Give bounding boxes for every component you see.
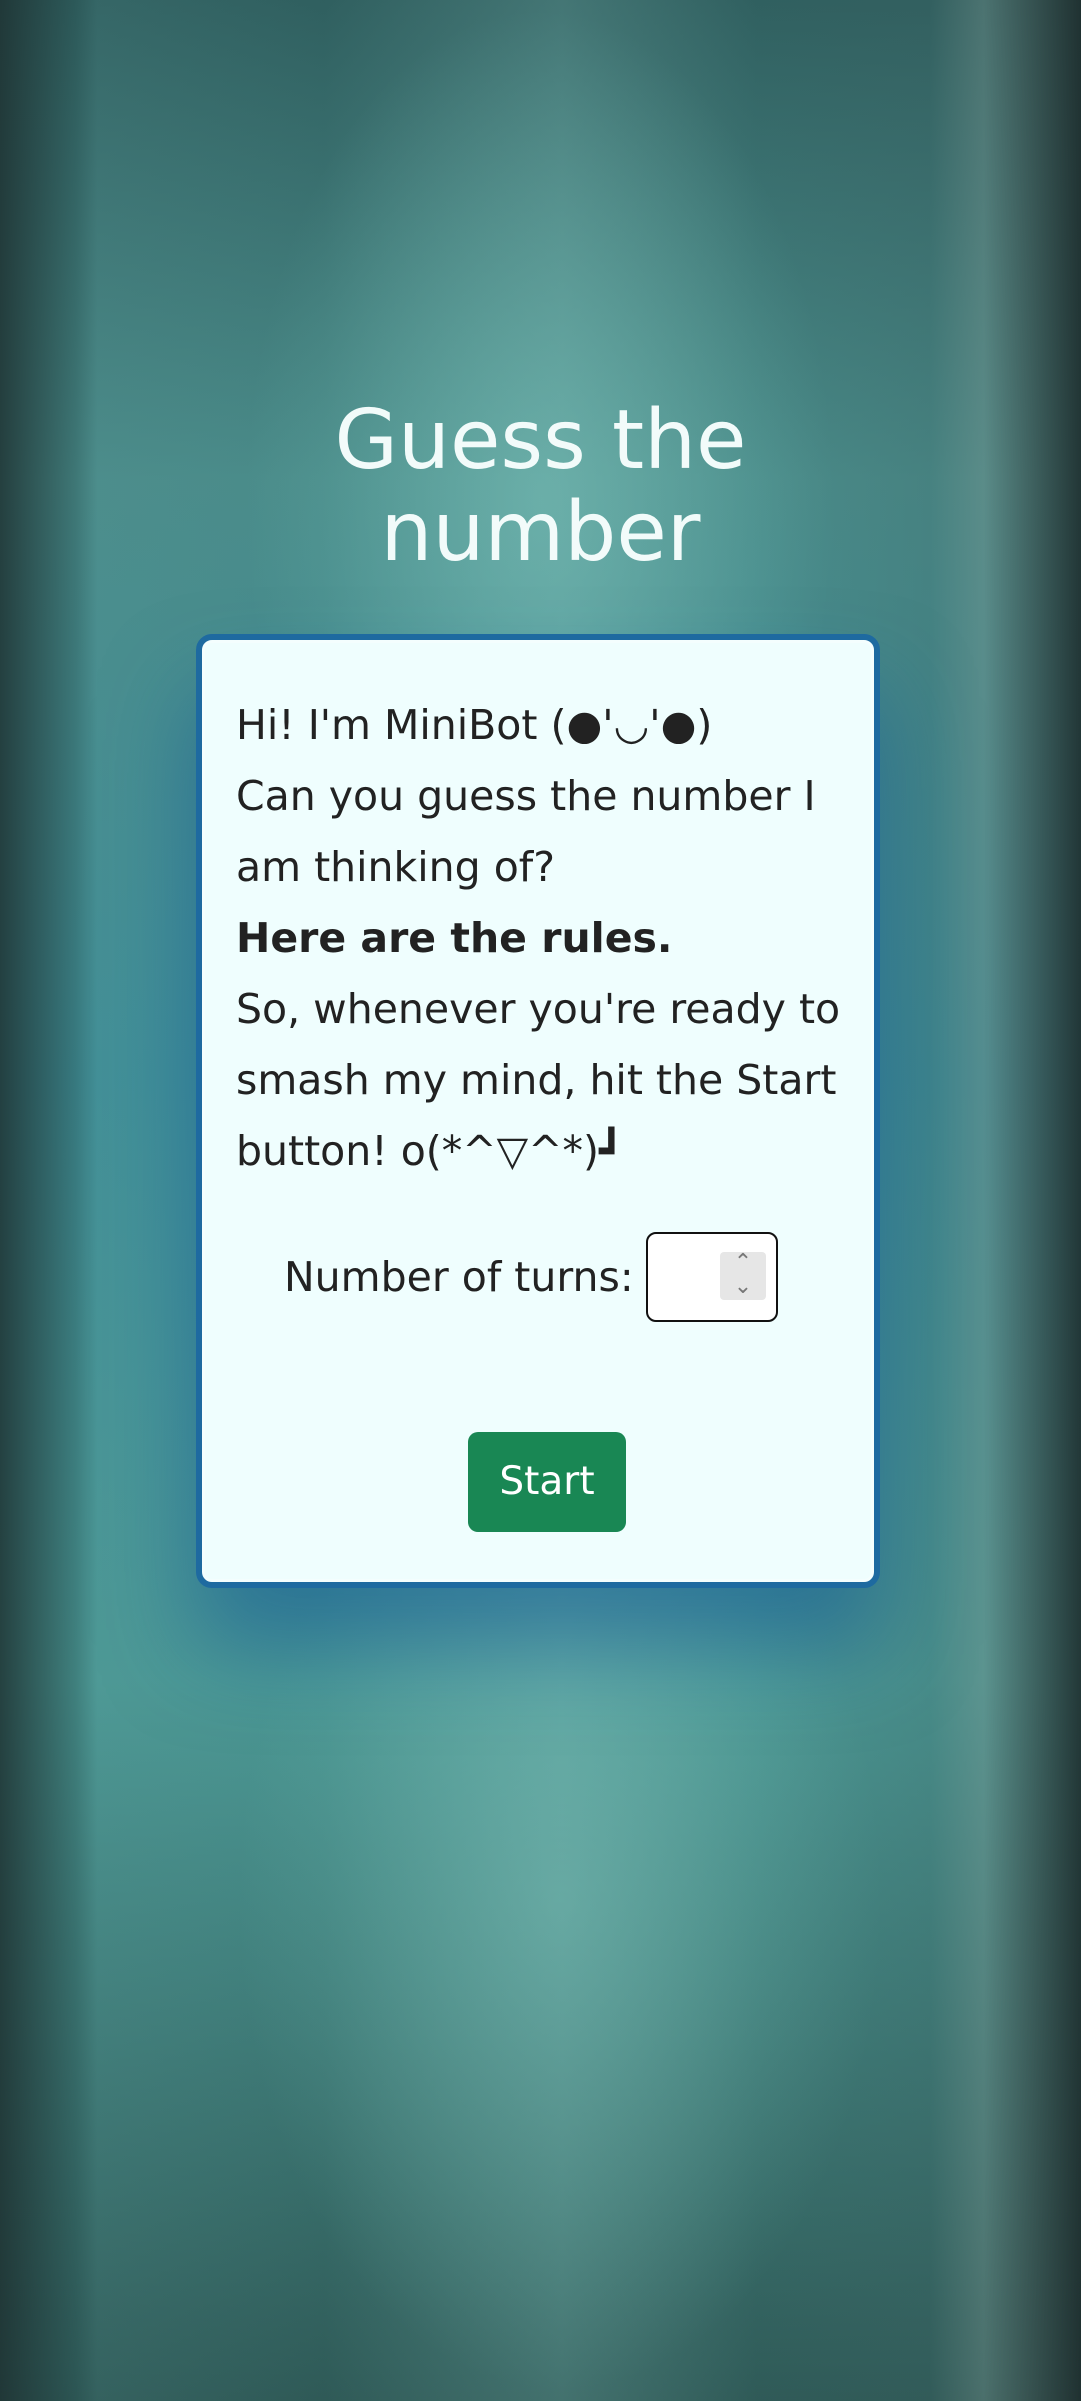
turns-row: Number of turns: ⌃ ⌄ <box>202 1232 874 1322</box>
turns-stepper[interactable]: ⌃ ⌄ <box>720 1252 766 1300</box>
chevron-down-icon[interactable]: ⌄ <box>720 1276 766 1300</box>
chevron-up-icon[interactable]: ⌃ <box>720 1252 766 1276</box>
page-title-line-1: Guess the <box>334 393 747 488</box>
game-card: Hi! I'm MiniBot (●'◡'●) Can you guess th… <box>196 634 880 1588</box>
rules-link[interactable]: Here are the rules. <box>236 903 846 974</box>
intro-text: Hi! I'm MiniBot (●'◡'●) Can you guess th… <box>236 690 846 1187</box>
start-instruction-text: So, whenever you're ready to smash my mi… <box>236 985 841 1175</box>
question-text: Can you guess the number I am thinking o… <box>236 772 816 891</box>
page-title: Guess the number <box>0 395 1081 579</box>
greeting-text: Hi! I'm MiniBot (●'◡'●) <box>236 701 713 749</box>
start-button[interactable]: Start <box>468 1432 626 1532</box>
turns-label: Number of turns: <box>284 1253 634 1301</box>
page-title-line-2: number <box>380 485 701 580</box>
